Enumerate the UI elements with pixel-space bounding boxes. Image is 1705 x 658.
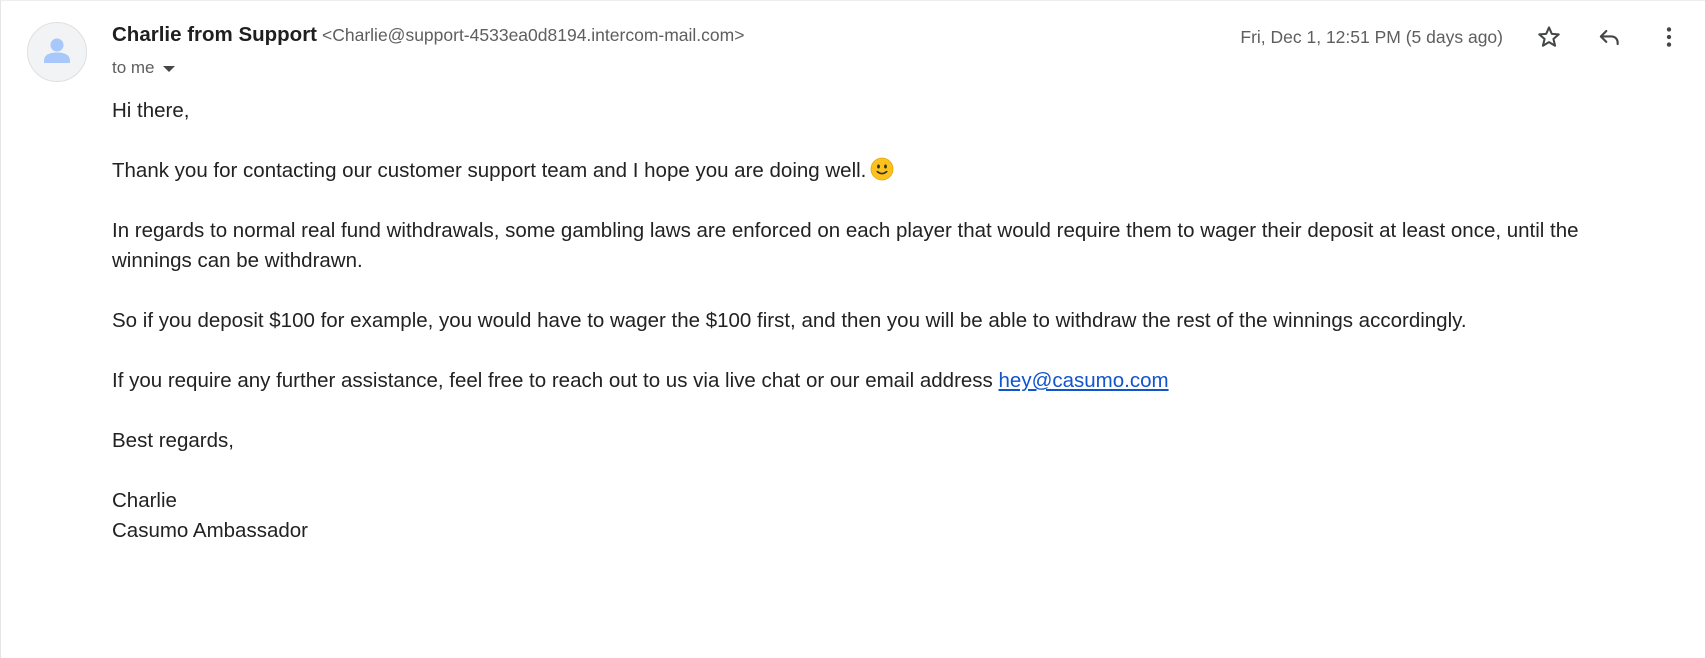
email-message-view: Charlie from Support <Charlie@support-45… [0,0,1705,658]
recipient-details-toggle[interactable]: to me [112,57,175,79]
star-button[interactable] [1531,19,1567,55]
reply-button[interactable] [1591,19,1627,55]
sender-avatar[interactable] [27,22,87,82]
reply-icon [1599,29,1619,46]
signature-name: Charlie [112,489,177,512]
closing: Best regards, [112,429,234,452]
paragraph-deposit-example: So if you deposit $100 for example, you … [112,309,1467,332]
paragraph-thanks: Thank you for contacting our customer su… [112,156,1632,186]
more-options-button[interactable] [1651,19,1687,55]
paragraph-contact-text: If you require any further assistance, f… [112,369,993,392]
chevron-down-icon [162,66,175,72]
person-icon [44,38,70,63]
paragraph-contact: If you require any further assistance, f… [112,366,1632,396]
sender-email: <Charlie@support-4533ea0d8194.intercom-m… [322,25,745,45]
paragraph-withdrawal-rules: In regards to normal real fund withdrawa… [112,219,1579,272]
sender-name[interactable]: Charlie from Support [112,23,317,47]
signature: Charlie Casumo Ambassador [112,486,1632,546]
slightly-smiling-face-emoji [870,157,894,181]
paragraph-thanks-text: Thank you for contacting our customer su… [112,159,867,182]
signature-title: Casumo Ambassador [112,519,308,542]
greeting: Hi there, [112,99,190,122]
sender-line: Charlie from Support <Charlie@support-45… [112,23,744,51]
recipient-label: to me [112,58,155,77]
support-email-link[interactable]: hey@casumo.com [999,369,1169,392]
more-vert-icon [1666,27,1672,47]
message-body: Hi there, Thank you for contacting our c… [112,96,1632,546]
message-timestamp: Fri, Dec 1, 12:51 PM (5 days ago) [1240,27,1503,47]
star-icon [1538,26,1560,47]
